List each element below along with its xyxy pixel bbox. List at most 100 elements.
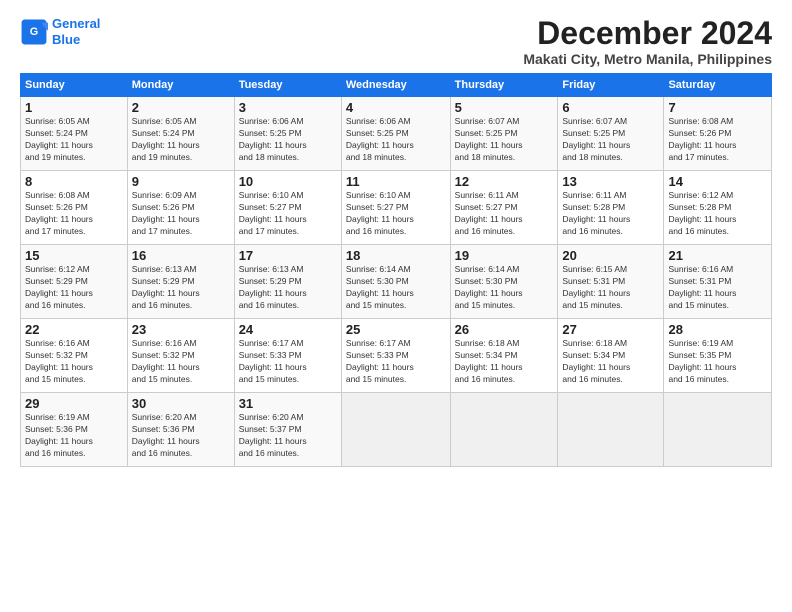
table-row: 4Sunrise: 6:06 AM Sunset: 5:25 PM Daylig… — [341, 97, 450, 171]
day-info: Sunrise: 6:20 AM Sunset: 5:37 PM Dayligh… — [239, 412, 337, 460]
day-info: Sunrise: 6:11 AM Sunset: 5:27 PM Dayligh… — [455, 190, 554, 238]
day-number: 27 — [562, 322, 659, 337]
table-row: 28Sunrise: 6:19 AM Sunset: 5:35 PM Dayli… — [664, 319, 772, 393]
table-row: 18Sunrise: 6:14 AM Sunset: 5:30 PM Dayli… — [341, 245, 450, 319]
day-number: 1 — [25, 100, 123, 115]
day-info: Sunrise: 6:07 AM Sunset: 5:25 PM Dayligh… — [562, 116, 659, 164]
table-row: 19Sunrise: 6:14 AM Sunset: 5:30 PM Dayli… — [450, 245, 558, 319]
day-number: 31 — [239, 396, 337, 411]
table-row: 24Sunrise: 6:17 AM Sunset: 5:33 PM Dayli… — [234, 319, 341, 393]
day-number: 12 — [455, 174, 554, 189]
day-number: 21 — [668, 248, 767, 263]
table-row: 21Sunrise: 6:16 AM Sunset: 5:31 PM Dayli… — [664, 245, 772, 319]
day-info: Sunrise: 6:15 AM Sunset: 5:31 PM Dayligh… — [562, 264, 659, 312]
table-row: 16Sunrise: 6:13 AM Sunset: 5:29 PM Dayli… — [127, 245, 234, 319]
table-row: 31Sunrise: 6:20 AM Sunset: 5:37 PM Dayli… — [234, 393, 341, 467]
col-thursday: Thursday — [450, 74, 558, 97]
table-row: 17Sunrise: 6:13 AM Sunset: 5:29 PM Dayli… — [234, 245, 341, 319]
col-wednesday: Wednesday — [341, 74, 450, 97]
day-number: 6 — [562, 100, 659, 115]
day-number: 2 — [132, 100, 230, 115]
calendar-week-row: 29Sunrise: 6:19 AM Sunset: 5:36 PM Dayli… — [21, 393, 772, 467]
table-row: 3Sunrise: 6:06 AM Sunset: 5:25 PM Daylig… — [234, 97, 341, 171]
calendar-header-row: Sunday Monday Tuesday Wednesday Thursday… — [21, 74, 772, 97]
logo: G General Blue — [20, 16, 100, 47]
table-row — [450, 393, 558, 467]
table-row: 1Sunrise: 6:05 AM Sunset: 5:24 PM Daylig… — [21, 97, 128, 171]
day-info: Sunrise: 6:08 AM Sunset: 5:26 PM Dayligh… — [668, 116, 767, 164]
day-info: Sunrise: 6:05 AM Sunset: 5:24 PM Dayligh… — [25, 116, 123, 164]
title-area: December 2024 Makati City, Metro Manila,… — [523, 16, 772, 67]
day-info: Sunrise: 6:19 AM Sunset: 5:35 PM Dayligh… — [668, 338, 767, 386]
table-row: 22Sunrise: 6:16 AM Sunset: 5:32 PM Dayli… — [21, 319, 128, 393]
table-row: 14Sunrise: 6:12 AM Sunset: 5:28 PM Dayli… — [664, 171, 772, 245]
day-number: 13 — [562, 174, 659, 189]
table-row: 15Sunrise: 6:12 AM Sunset: 5:29 PM Dayli… — [21, 245, 128, 319]
day-number: 9 — [132, 174, 230, 189]
col-saturday: Saturday — [664, 74, 772, 97]
logo-text: General Blue — [52, 16, 100, 47]
day-info: Sunrise: 6:05 AM Sunset: 5:24 PM Dayligh… — [132, 116, 230, 164]
day-info: Sunrise: 6:06 AM Sunset: 5:25 PM Dayligh… — [239, 116, 337, 164]
day-number: 22 — [25, 322, 123, 337]
day-info: Sunrise: 6:20 AM Sunset: 5:36 PM Dayligh… — [132, 412, 230, 460]
day-number: 11 — [346, 174, 446, 189]
day-info: Sunrise: 6:14 AM Sunset: 5:30 PM Dayligh… — [455, 264, 554, 312]
day-number: 29 — [25, 396, 123, 411]
day-number: 15 — [25, 248, 123, 263]
month-title: December 2024 — [523, 16, 772, 51]
table-row: 30Sunrise: 6:20 AM Sunset: 5:36 PM Dayli… — [127, 393, 234, 467]
day-info: Sunrise: 6:09 AM Sunset: 5:26 PM Dayligh… — [132, 190, 230, 238]
table-row: 20Sunrise: 6:15 AM Sunset: 5:31 PM Dayli… — [558, 245, 664, 319]
day-info: Sunrise: 6:19 AM Sunset: 5:36 PM Dayligh… — [25, 412, 123, 460]
day-number: 16 — [132, 248, 230, 263]
table-row — [664, 393, 772, 467]
logo-line2: Blue — [52, 32, 80, 47]
col-tuesday: Tuesday — [234, 74, 341, 97]
col-monday: Monday — [127, 74, 234, 97]
calendar: Sunday Monday Tuesday Wednesday Thursday… — [20, 73, 772, 467]
day-number: 20 — [562, 248, 659, 263]
day-info: Sunrise: 6:10 AM Sunset: 5:27 PM Dayligh… — [346, 190, 446, 238]
table-row — [558, 393, 664, 467]
day-number: 24 — [239, 322, 337, 337]
day-number: 18 — [346, 248, 446, 263]
day-info: Sunrise: 6:17 AM Sunset: 5:33 PM Dayligh… — [346, 338, 446, 386]
day-number: 25 — [346, 322, 446, 337]
day-info: Sunrise: 6:10 AM Sunset: 5:27 PM Dayligh… — [239, 190, 337, 238]
day-number: 17 — [239, 248, 337, 263]
day-info: Sunrise: 6:06 AM Sunset: 5:25 PM Dayligh… — [346, 116, 446, 164]
table-row: 25Sunrise: 6:17 AM Sunset: 5:33 PM Dayli… — [341, 319, 450, 393]
calendar-week-row: 15Sunrise: 6:12 AM Sunset: 5:29 PM Dayli… — [21, 245, 772, 319]
table-row: 2Sunrise: 6:05 AM Sunset: 5:24 PM Daylig… — [127, 97, 234, 171]
day-number: 4 — [346, 100, 446, 115]
day-number: 10 — [239, 174, 337, 189]
table-row: 6Sunrise: 6:07 AM Sunset: 5:25 PM Daylig… — [558, 97, 664, 171]
col-friday: Friday — [558, 74, 664, 97]
table-row: 13Sunrise: 6:11 AM Sunset: 5:28 PM Dayli… — [558, 171, 664, 245]
calendar-week-row: 22 Sunrise: 6:16 AM Sunset: 5:32 PM Dayli… — [21, 319, 772, 393]
day-number: 7 — [668, 100, 767, 115]
logo-icon: G — [20, 18, 48, 46]
table-row: 12Sunrise: 6:11 AM Sunset: 5:27 PM Dayli… — [450, 171, 558, 245]
day-info: Sunrise: 6:16 AM Sunset: 5:32 PM Dayligh… — [132, 338, 230, 386]
col-sunday: Sunday — [21, 74, 128, 97]
table-row: 8Sunrise: 6:08 AM Sunset: 5:26 PM Daylig… — [21, 171, 128, 245]
day-info: Sunrise: 6:08 AM Sunset: 5:26 PM Dayligh… — [25, 190, 123, 238]
day-number: 28 — [668, 322, 767, 337]
table-row: 29Sunrise: 6:19 AM Sunset: 5:36 PM Dayli… — [21, 393, 128, 467]
day-number: 26 — [455, 322, 554, 337]
day-info: Sunrise: 6:17 AM Sunset: 5:33 PM Dayligh… — [239, 338, 337, 386]
table-row: 7Sunrise: 6:08 AM Sunset: 5:26 PM Daylig… — [664, 97, 772, 171]
day-number: 5 — [455, 100, 554, 115]
table-row: 23Sunrise: 6:16 AM Sunset: 5:32 PM Dayli… — [127, 319, 234, 393]
page: G General Blue December 2024 Makati City… — [0, 0, 792, 612]
table-row: 27Sunrise: 6:18 AM Sunset: 5:34 PM Dayli… — [558, 319, 664, 393]
day-number: 23 — [132, 322, 230, 337]
calendar-week-row: 1Sunrise: 6:05 AM Sunset: 5:24 PM Daylig… — [21, 97, 772, 171]
day-info: Sunrise: 6:07 AM Sunset: 5:25 PM Dayligh… — [455, 116, 554, 164]
header: G General Blue December 2024 Makati City… — [20, 16, 772, 67]
table-row — [341, 393, 450, 467]
location: Makati City, Metro Manila, Philippines — [523, 51, 772, 67]
table-row: 11Sunrise: 6:10 AM Sunset: 5:27 PM Dayli… — [341, 171, 450, 245]
